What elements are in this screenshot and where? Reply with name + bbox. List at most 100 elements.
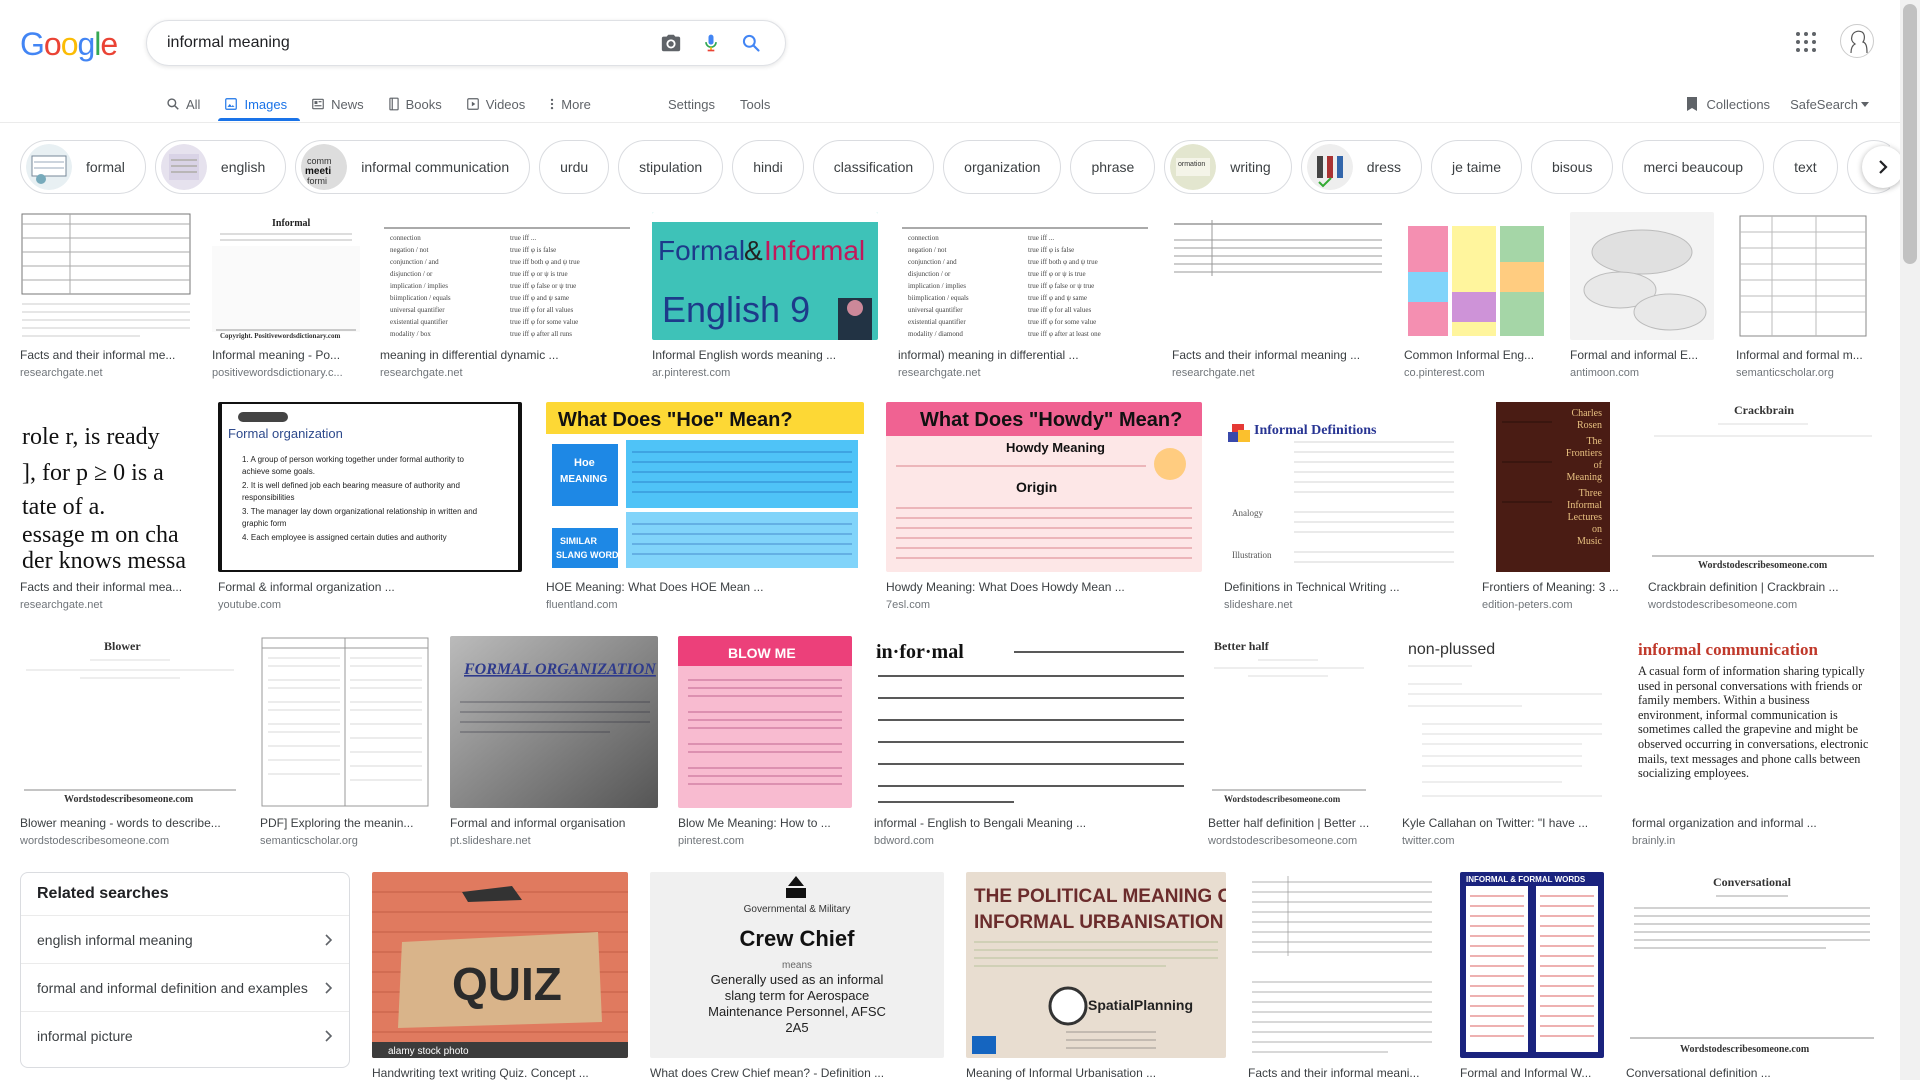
chip-hindi[interactable]: hindi <box>732 140 804 194</box>
chip-urdu[interactable]: urdu <box>539 140 610 194</box>
svg-text:true iff φ for some value: true iff φ for some value <box>1028 318 1096 326</box>
camera-icon[interactable] <box>651 23 691 63</box>
result-source: youtube.com <box>218 599 281 611</box>
svg-text:universal quantifier: universal quantifier <box>908 306 963 314</box>
svg-text:ormation: ormation <box>1178 161 1205 168</box>
result-thumbnail <box>1570 212 1714 340</box>
result-caption: Facts and their informal meani... <box>1248 1066 1420 1080</box>
search-icon[interactable] <box>731 23 771 63</box>
chip-bisous[interactable]: bisous <box>1531 140 1614 194</box>
result-thumbnail <box>1404 212 1550 340</box>
chevron-right-icon <box>325 933 333 946</box>
result-thumbnail: Governmental & Military Crew Chief meansGe… <box>650 872 944 1058</box>
google-logo[interactable]: Google <box>20 26 118 63</box>
result-thumbnail <box>1736 212 1870 340</box>
scrollbar-thumb[interactable] <box>1903 4 1917 264</box>
chip-label: text <box>1794 159 1817 175</box>
result-source: pinterest.com <box>678 835 745 847</box>
result-source: bdword.com <box>874 835 934 847</box>
svg-text:true iff φ for some value: true iff φ for some value <box>510 318 578 326</box>
avatar[interactable] <box>1840 24 1874 58</box>
page-scrollbar[interactable] <box>1900 0 1920 1080</box>
related-item[interactable]: informal picture <box>21 1011 349 1059</box>
related-item[interactable]: formal and informal definition and examp… <box>21 963 349 1011</box>
chip-merci-beaucoup[interactable]: merci beaucoup <box>1622 140 1765 194</box>
result-thumbnail: What Does "Howdy" Mean? Howdy Meaning Orig… <box>886 402 1202 572</box>
svg-text:conjunction / and: conjunction / and <box>908 258 957 266</box>
result-thumbnail <box>1248 872 1436 1058</box>
search-icon <box>167 98 179 110</box>
result-thumbnail <box>20 212 192 340</box>
result-source: semanticscholar.org <box>260 835 358 847</box>
related-title: Related searches <box>37 885 169 902</box>
svg-text:true iff φ for all values: true iff φ for all values <box>1028 306 1091 314</box>
header-divider <box>0 122 1900 123</box>
chip-informal-communication[interactable]: comm meeti formi informal communication <box>295 140 531 194</box>
result-source: twitter.com <box>1402 835 1455 847</box>
result-caption: informal - English to Bengali Meaning ..… <box>874 816 1087 830</box>
svg-text:connection: connection <box>908 234 939 242</box>
chip-label: hindi <box>753 159 783 175</box>
thumb-text: The <box>1586 436 1602 447</box>
svg-text:role r, is ready: role r, is ready <box>22 424 160 450</box>
svg-text:2A5: 2A5 <box>785 1020 808 1035</box>
chip-phrase[interactable]: phrase <box>1070 140 1156 194</box>
result-thumbnail: non-plussed <box>1402 636 1612 808</box>
thumb-text: on <box>1592 524 1602 535</box>
tab-more[interactable]: More <box>549 88 591 120</box>
thumb-text: Informal <box>764 235 865 266</box>
google-apps-icon[interactable] <box>1794 30 1818 54</box>
svg-text:4. Each employee is assigned c: 4. Each employee is assigned certain dut… <box>242 533 447 542</box>
chip-label: phrase <box>1091 159 1135 175</box>
chip-dress[interactable]: dress <box>1300 140 1422 194</box>
chip-label: urdu <box>560 159 589 175</box>
chip-thumbnail: ormation <box>1170 144 1217 190</box>
chip-label: writing <box>1230 159 1271 175</box>
result-caption: Formal and Informal W... <box>1460 1066 1592 1080</box>
chip-organization[interactable]: organization <box>943 140 1062 194</box>
microphone-icon[interactable] <box>691 23 731 63</box>
result-caption: Facts and their informal me... <box>20 348 176 362</box>
collections-button[interactable]: Collections <box>1686 96 1770 112</box>
result-caption: Blower meaning - words to describe... <box>20 816 221 830</box>
refinement-chips: formal english comm meeti formi informal c… <box>20 140 1890 198</box>
chip-classification[interactable]: classification <box>812 140 935 194</box>
chip-je-taime[interactable]: je taime <box>1430 140 1522 194</box>
tab-news[interactable]: News <box>311 88 364 120</box>
thumb-text: QUIZ <box>452 958 562 1010</box>
result-thumbnail: role r, is ready], for p ≥ 0 is a tate of… <box>20 402 194 572</box>
thumb-text: What Does "Howdy" Mean? <box>920 409 1182 431</box>
safesearch-button[interactable]: SafeSearch <box>1790 97 1870 112</box>
chip-stipulation[interactable]: stipulation <box>618 140 724 194</box>
chip-label: stipulation <box>639 159 703 175</box>
chevron-right-icon <box>325 981 333 994</box>
result-thumbnail: CharlesRosen TheFrontiersofMeaning ThreeIn… <box>1482 402 1624 572</box>
svg-text:existential quantifier: existential quantifier <box>390 318 448 326</box>
tab-images[interactable]: Images <box>224 88 287 120</box>
chip-text[interactable]: text <box>1773 140 1838 194</box>
thumb-text: Origin <box>1016 479 1057 495</box>
related-item[interactable]: english informal meaning <box>21 915 349 963</box>
tab-all[interactable]: All <box>166 88 200 120</box>
chip-writing[interactable]: ormation writing <box>1164 140 1292 194</box>
thumb-text: in·for·mal <box>876 641 964 663</box>
thumb-text: Formal <box>658 235 745 266</box>
thumb-text: Hoe <box>574 457 595 469</box>
result-source: positivewordsdictionary.c... <box>212 367 343 379</box>
chevron-right-icon <box>325 1029 333 1042</box>
chip-english[interactable]: english <box>154 140 287 194</box>
related-item-label: english informal meaning <box>37 931 193 948</box>
tools-link[interactable]: Tools <box>740 88 770 120</box>
thumb-text: FORMAL ORGANIZATION <box>463 661 657 678</box>
chips-next-button[interactable] <box>1862 146 1904 188</box>
settings-link[interactable]: Settings <box>668 88 715 120</box>
thumb-text: Formal organization <box>228 426 343 441</box>
video-icon <box>466 98 479 110</box>
thumb-text: Governmental & Military <box>744 904 851 915</box>
search-input[interactable] <box>167 23 651 63</box>
result-caption: Better half definition | Better ... <box>1208 816 1370 830</box>
svg-text:Analogy: Analogy <box>1232 508 1263 518</box>
tab-books[interactable]: Books <box>388 88 442 120</box>
chip-formal[interactable]: formal <box>20 140 146 194</box>
tab-videos[interactable]: Videos <box>466 88 525 120</box>
